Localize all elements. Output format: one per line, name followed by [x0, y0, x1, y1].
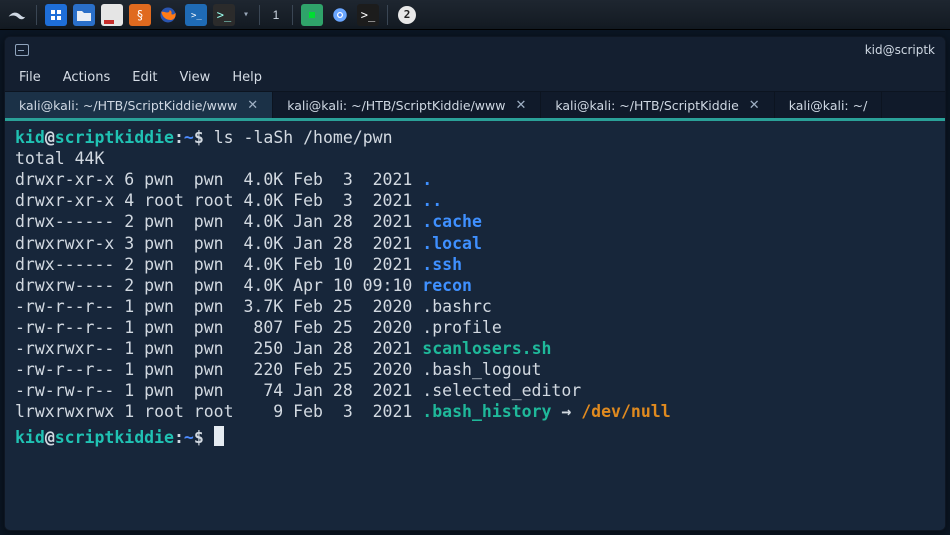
prompt-line: kid@scriptkiddie:~$ ls -laSh /home/pwn	[15, 127, 935, 148]
tab-1[interactable]: kali@kali: ~/HTB/ScriptKiddie/www ✕	[273, 92, 541, 118]
terminal-icon	[15, 44, 29, 56]
ls-total: total 44K	[15, 148, 935, 169]
tab-label: kali@kali: ~/HTB/ScriptKiddie	[555, 98, 738, 113]
chromium-icon[interactable]	[329, 4, 351, 26]
titlebar[interactable]: kid@scriptk	[5, 37, 945, 63]
svg-text:>_: >_	[191, 11, 202, 21]
menu-edit[interactable]: Edit	[132, 70, 157, 85]
tab-3[interactable]: kali@kali: ~/	[775, 92, 883, 118]
menu-view[interactable]: View	[179, 70, 210, 85]
ls-row: -rw-r--r-- 1 pwn pwn 3.7K Feb 25 2020 .b…	[15, 296, 935, 317]
ls-row: lrwxrwxrwx 1 root root 9 Feb 3 2021 .bas…	[15, 401, 935, 422]
ls-row: -rw-rw-r-- 1 pwn pwn 74 Jan 28 2021 .sel…	[15, 380, 935, 401]
tab-2[interactable]: kali@kali: ~/HTB/ScriptKiddie ✕	[541, 92, 774, 118]
menu-file[interactable]: File	[19, 70, 41, 85]
app-orange-icon[interactable]: §	[129, 4, 151, 26]
app-green-icon[interactable]	[301, 4, 323, 26]
taskbar-separator	[292, 5, 293, 25]
kali-logo-icon[interactable]	[6, 4, 28, 26]
tab-0[interactable]: kali@kali: ~/HTB/ScriptKiddie/www ✕	[5, 92, 273, 118]
firefox-icon[interactable]	[157, 4, 179, 26]
document-icon[interactable]	[101, 4, 123, 26]
notification-badge[interactable]: 2	[396, 4, 418, 26]
ls-row: drwx------ 2 pwn pwn 4.0K Jan 28 2021 .c…	[15, 211, 935, 232]
ls-row: -rw-r--r-- 1 pwn pwn 807 Feb 25 2020 .pr…	[15, 317, 935, 338]
ls-row: drwx------ 2 pwn pwn 4.0K Feb 10 2021 .s…	[15, 254, 935, 275]
chevron-down-icon[interactable]: ▾	[241, 4, 251, 26]
app-launcher-icon[interactable]	[45, 4, 67, 26]
close-icon[interactable]: ✕	[515, 98, 526, 113]
taskbar-separator	[36, 5, 37, 25]
tab-label: kali@kali: ~/HTB/ScriptKiddie/www	[19, 98, 237, 113]
taskbar-separator	[259, 5, 260, 25]
tab-label: kali@kali: ~/	[789, 98, 868, 113]
terminal-task-icon[interactable]: >_	[357, 4, 379, 26]
ls-row: drwxrwxr-x 3 pwn pwn 4.0K Jan 28 2021 .l…	[15, 233, 935, 254]
ls-row: drwxr-xr-x 4 root root 4.0K Feb 3 2021 .…	[15, 190, 935, 211]
ls-row: -rwxrwxr-- 1 pwn pwn 250 Jan 28 2021 sca…	[15, 338, 935, 359]
badge-count: 2	[398, 6, 416, 24]
menu-help[interactable]: Help	[232, 70, 262, 85]
tab-strip: kali@kali: ~/HTB/ScriptKiddie/www✕kali@k…	[5, 91, 945, 121]
terminal-blue-icon[interactable]: >_	[185, 4, 207, 26]
window-title: kid@scriptk	[865, 43, 935, 57]
terminal-dark-icon[interactable]: >_	[213, 4, 235, 26]
close-icon[interactable]: ✕	[749, 98, 760, 113]
menu-actions[interactable]: Actions	[63, 70, 111, 85]
ls-row: -rw-r--r-- 1 pwn pwn 220 Feb 25 2020 .ba…	[15, 359, 935, 380]
ls-row: drwxrw---- 2 pwn pwn 4.0K Apr 10 09:10 r…	[15, 275, 935, 296]
terminal-output[interactable]: kid@scriptkiddie:~$ ls -laSh /home/pwnto…	[5, 121, 945, 530]
prompt-line: kid@scriptkiddie:~$	[15, 423, 935, 448]
cursor	[214, 426, 224, 446]
workspace-number[interactable]: 1	[268, 4, 284, 26]
file-manager-icon[interactable]	[73, 4, 95, 26]
ls-row: drwxr-xr-x 6 pwn pwn 4.0K Feb 3 2021 .	[15, 169, 935, 190]
tab-label: kali@kali: ~/HTB/ScriptKiddie/www	[287, 98, 505, 113]
close-icon[interactable]: ✕	[247, 98, 258, 113]
menubar: File Actions Edit View Help	[5, 63, 945, 91]
taskbar-separator	[387, 5, 388, 25]
terminal-window: kid@scriptk File Actions Edit View Help …	[4, 36, 946, 531]
taskbar: § >_ >_ ▾ 1 >_ 2	[0, 0, 950, 30]
